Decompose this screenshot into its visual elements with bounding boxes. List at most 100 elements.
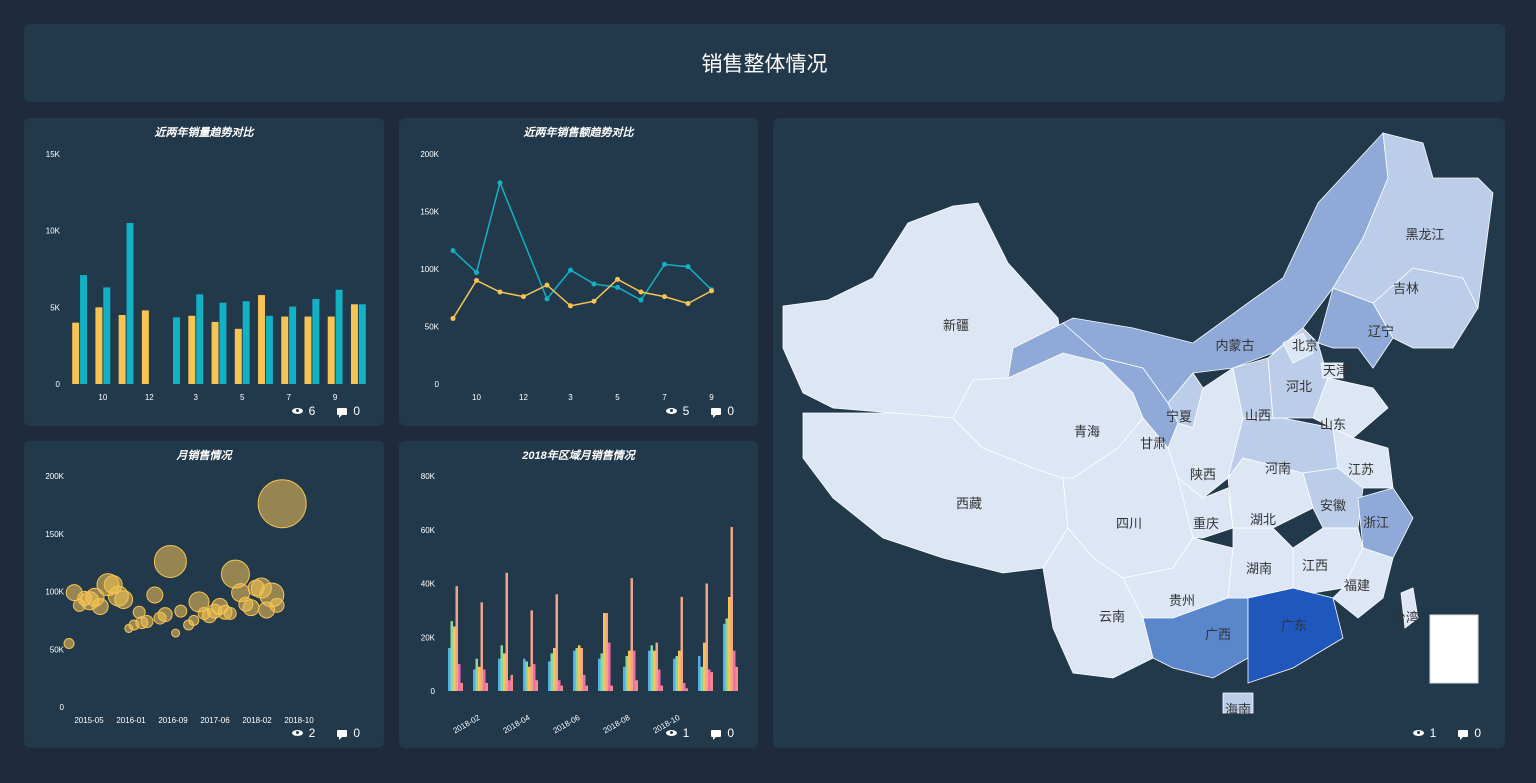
bar	[242, 301, 250, 384]
bar	[335, 289, 343, 384]
data-point	[474, 278, 479, 283]
province-label: 甘肃	[1140, 437, 1166, 452]
bar	[598, 658, 601, 691]
province-label: 河北	[1286, 380, 1312, 395]
panel-meta: 5 0	[665, 404, 734, 418]
x-tick-label: 10	[98, 393, 107, 402]
comment-icon[interactable]	[337, 729, 348, 740]
bar	[503, 653, 506, 691]
bar	[304, 316, 312, 384]
comment-icon[interactable]	[711, 407, 722, 418]
x-tick-label: 5	[240, 393, 245, 402]
bar	[483, 669, 486, 691]
bar	[678, 650, 681, 691]
sales-amount-line-chart: 0 50K 100K 150K 200K 10 12 3 5 7 9	[420, 150, 714, 402]
province-label: 西藏	[956, 497, 982, 512]
y-tick-label: 100K	[420, 265, 439, 274]
bar	[460, 682, 463, 691]
panel-sales-volume: 近两年销量趋势对比 0 5K 10K 15K 10 12 3 5 7 9 6 0	[24, 118, 384, 426]
data-point	[497, 289, 503, 295]
bar	[508, 680, 511, 691]
bar	[265, 315, 273, 384]
y-tick-label: 60K	[421, 526, 436, 535]
data-point	[662, 294, 667, 300]
x-tick-label: 2016-09	[158, 716, 188, 725]
province-label: 内蒙古	[1215, 338, 1254, 354]
bar	[505, 572, 508, 691]
panel-monthly-sales: 月销售情况 0 50K 100K 150K 200K 2015-05 2016-01 2016…	[24, 441, 384, 748]
bar	[523, 658, 526, 691]
province-label: 湖北	[1250, 513, 1276, 528]
bar	[703, 642, 706, 691]
x-tick-label: 2017-06	[200, 716, 230, 725]
view-count: 5	[682, 404, 690, 418]
bar	[350, 304, 358, 384]
bar	[605, 613, 608, 691]
bubble-point	[220, 559, 250, 589]
header-bar: 销售整体情况	[24, 24, 1505, 102]
bar	[573, 650, 576, 691]
bar	[575, 648, 578, 691]
bar	[126, 223, 134, 384]
eye-icon[interactable]	[665, 408, 677, 414]
bar	[710, 672, 713, 691]
x-tick-label: 12	[145, 393, 154, 402]
bar	[455, 586, 458, 691]
bar	[655, 642, 658, 691]
province-label: 黑龙江	[1405, 228, 1444, 243]
bar	[475, 658, 478, 691]
eye-icon[interactable]	[665, 730, 677, 736]
y-tick-label: 20K	[421, 633, 436, 642]
y-tick-label: 80K	[421, 472, 436, 481]
view-count: 6	[308, 404, 316, 418]
bar	[548, 661, 551, 691]
bar	[608, 642, 611, 691]
data-point	[544, 282, 550, 288]
y-tick-label: 10K	[46, 227, 61, 236]
x-tick-label: 9	[333, 393, 338, 402]
y-tick-label: 150K	[45, 530, 64, 539]
bar	[188, 315, 196, 384]
bar	[500, 645, 503, 691]
sales-volume-bar-chart: 0 5K 10K 15K 10 12 3 5 7 9	[46, 150, 366, 402]
eye-icon[interactable]	[291, 408, 303, 414]
data-point	[591, 298, 597, 304]
bar	[603, 613, 606, 691]
bar	[708, 669, 711, 691]
x-tick-label: 2016-01	[116, 716, 146, 725]
x-tick-label: 2018-02	[242, 716, 272, 725]
comment-icon[interactable]	[711, 729, 722, 740]
y-tick-label: 200K	[420, 150, 439, 159]
province-label: 重庆	[1193, 516, 1219, 532]
province-label: 江西	[1302, 559, 1328, 574]
regional-sales-bar-chart: 0 20K 40K 60K 80K 2018-02 2018-04 2018-06 2018-0…	[421, 472, 738, 735]
bar	[72, 322, 80, 384]
y-tick-label: 5K	[50, 303, 60, 312]
eye-icon[interactable]	[291, 730, 303, 736]
bar	[625, 656, 628, 691]
eye-icon[interactable]	[1412, 730, 1424, 736]
province-label: 山东	[1320, 418, 1346, 433]
bar	[685, 688, 688, 691]
series-line	[452, 180, 713, 302]
bubble-point	[63, 637, 75, 649]
comment-icon[interactable]	[337, 407, 348, 418]
panel-meta: 2 0	[291, 726, 360, 740]
comment-icon[interactable]	[1458, 729, 1469, 740]
bar	[530, 610, 533, 691]
comment-count: 0	[353, 404, 360, 418]
bar	[553, 648, 556, 691]
bar	[673, 658, 676, 691]
bar	[698, 656, 701, 691]
bar	[211, 321, 219, 384]
bubble-point	[157, 607, 173, 623]
province-label: 新疆	[943, 318, 969, 334]
series-line	[452, 278, 712, 319]
bar	[95, 307, 103, 384]
bar	[528, 666, 531, 691]
bar	[648, 650, 651, 691]
province-label: 天津	[1323, 364, 1349, 379]
bar	[448, 648, 451, 691]
province-label: 辽宁	[1368, 324, 1394, 340]
bubble-point	[91, 598, 109, 616]
